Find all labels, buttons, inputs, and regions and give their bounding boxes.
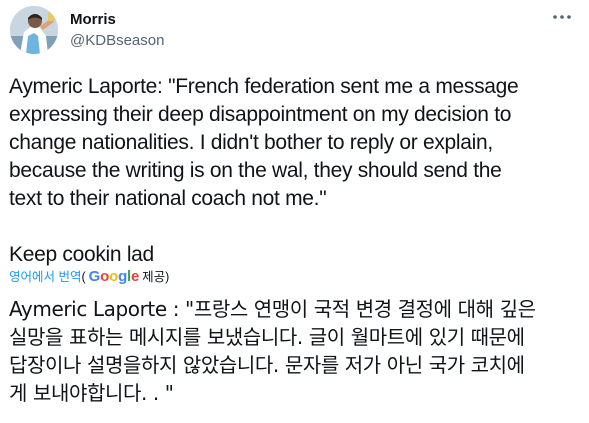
translate-link[interactable]: 영어에서 번역 <box>9 268 81 286</box>
tweet-text-line: Aymeric Laporte: "French federation sent… <box>9 75 519 98</box>
translation-attribution: 영어에서 번역 ( Google 제공) <box>9 268 169 286</box>
tweet-card: Morris @KDBseason Aymeric Laporte: "Fren… <box>0 0 589 423</box>
translated-text: Aymeric Laporte : "프랑스 연맹이 국적 변경 결정에 대해 … <box>9 295 583 407</box>
tweet-spacer <box>9 213 581 241</box>
translated-text-line: 답장이나 설명을하지 않았습니다. 문자를 저가 아닌 국가 코치에 <box>9 353 525 377</box>
tweet-text: Aymeric Laporte: "French federation sent… <box>9 73 581 269</box>
tweet-text-line: text to their national coach not me." <box>9 187 327 210</box>
tweet-text-line: because the writing is on the wal, they … <box>9 159 502 182</box>
translated-text-line: Aymeric Laporte : "프랑스 연맹이 국적 변경 결정에 대해 … <box>9 297 536 321</box>
author-name[interactable]: Morris <box>70 11 116 29</box>
google-logo-icon: Google <box>88 268 140 285</box>
translated-text-line: 실망을 표하는 메시지를 보냈습니다. 글이 월마트에 있기 때문에 <box>9 325 525 349</box>
tweet-text-line: change nationalities. I didn't bother to… <box>9 131 493 154</box>
more-horizontal-icon[interactable] <box>551 10 573 24</box>
tweet-comment: Keep cookin lad <box>9 243 154 266</box>
translated-text-line: 게 보내야합니다. . " <box>9 381 174 405</box>
provider-suffix: 제공) <box>142 270 170 284</box>
avatar[interactable] <box>10 6 58 54</box>
avatar-photo-icon <box>10 6 58 54</box>
tweet-text-line: expressing their deep disappointment on … <box>9 103 512 126</box>
open-paren: ( <box>81 270 86 284</box>
author-handle[interactable]: @KDBseason <box>70 32 164 50</box>
